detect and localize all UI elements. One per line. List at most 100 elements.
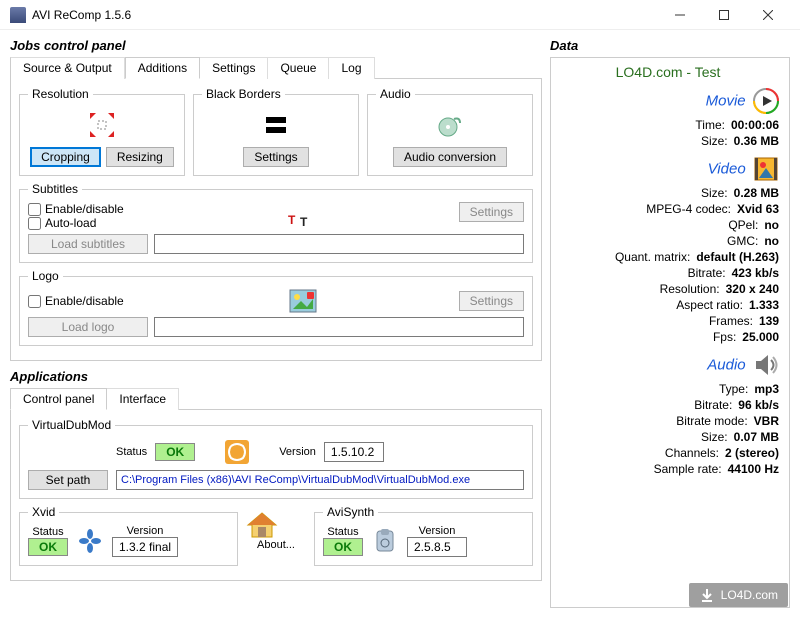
data-row: Resolution:320 x 240 [557,282,779,296]
minimize-button[interactable] [658,1,702,29]
close-button[interactable] [746,1,790,29]
black-borders-legend: Black Borders [202,87,285,101]
avisynth-version-label: Version [407,525,467,537]
watermark: LO4D.com [689,583,788,607]
data-row: Quant. matrix:default (H.263) [557,250,779,264]
subtitles-path-field [154,234,524,254]
resize-arrows-icon [88,111,116,139]
audio-disc-icon [436,111,464,139]
xvid-icon [76,527,104,555]
resizing-button[interactable]: Resizing [106,147,174,167]
black-borders-settings-button[interactable]: Settings [243,147,308,167]
video-section: Video [557,156,779,182]
load-subtitles-button: Load subtitles [28,234,148,254]
apps-heading: Applications [10,369,542,384]
data-row: GMC:no [557,234,779,248]
set-path-button[interactable]: Set path [28,470,108,490]
audio-section: Audio [557,352,779,378]
window-title: AVI ReComp 1.5.6 [32,8,658,22]
subtitles-enable-checkbox[interactable]: Enable/disable [28,202,148,216]
avisynth-group: AviSynth Status OK [314,505,533,566]
vdm-group: VirtualDubMod Status OK Version 1.5.10.2… [19,418,533,499]
black-borders-group: Black Borders Settings [193,87,359,176]
data-row: Time:00:00:06 [557,118,779,132]
vdm-status-label: Status [116,446,147,458]
logo-group: Logo Enable/disable [19,269,533,346]
logo-enable-checkbox[interactable]: Enable/disable [28,294,148,308]
data-row: Size:0.28 MB [557,186,779,200]
logo-legend: Logo [28,269,63,283]
svg-text:T: T [288,213,296,227]
xvid-group: Xvid Status OK [19,505,238,566]
xvid-version-label: Version [112,525,178,537]
data-row: Bitrate:96 kb/s [557,398,779,412]
avisynth-version-field[interactable]: 2.5.8.5 [407,537,467,557]
black-borders-icon [262,111,290,139]
audio-legend: Audio [376,87,415,101]
vdm-version-field[interactable]: 1.5.10.2 [324,442,384,462]
vdm-version-label: Version [279,446,316,458]
data-row: Bitrate mode:VBR [557,414,779,428]
resolution-legend: Resolution [28,87,93,101]
avisynth-status-label: Status [323,526,363,538]
logo-path-field [154,317,524,337]
titlebar: AVI ReComp 1.5.6 [0,0,800,30]
data-row: Size:0.07 MB [557,430,779,444]
resolution-group: Resolution Cropping Resizing [19,87,185,176]
audio-conversion-button[interactable]: Audio conversion [393,147,507,167]
app-icon [10,7,26,23]
load-logo-button: Load logo [28,317,148,337]
data-row: QPel:no [557,218,779,232]
apps-panel: VirtualDubMod Status OK Version 1.5.10.2… [10,410,542,581]
data-row: Type:mp3 [557,382,779,396]
subtitles-group: Subtitles Enable/disable Auto-load [19,182,533,263]
vdm-icon [223,438,251,466]
avisynth-status-value: OK [323,538,363,556]
tab-log[interactable]: Log [329,57,374,79]
about-label: About... [246,539,306,551]
data-file-title: LO4D.com - Test [557,64,779,80]
data-panel: LO4D.com - Test Movie Time:00:00:06Size:… [550,57,790,608]
picture-icon [289,289,317,313]
data-row: Size:0.36 MB [557,134,779,148]
tab-control-panel[interactable]: Control panel [10,388,107,410]
data-row: Sample rate:44100 Hz [557,462,779,476]
avisynth-legend: AviSynth [323,505,378,519]
jobs-tabs: Source & Output Additions Settings Queue… [10,57,542,79]
filmstrip-icon [753,156,779,182]
speaker-icon [753,352,779,378]
avisynth-icon [371,527,399,555]
tab-queue[interactable]: Queue [268,57,329,79]
audio-group: Audio Audio conversion [367,87,533,176]
subtitles-settings-button: Settings [459,202,524,222]
data-row: MPEG-4 codec:Xvid 63 [557,202,779,216]
data-row: Frames:139 [557,314,779,328]
tab-interface[interactable]: Interface [107,388,179,410]
maximize-button[interactable] [702,1,746,29]
xvid-status-label: Status [28,526,68,538]
tab-settings[interactable]: Settings [200,57,268,79]
xvid-version-field[interactable]: 1.3.2 final [112,537,178,557]
data-row: Channels:2 (stereo) [557,446,779,460]
svg-text:T: T [300,215,308,229]
data-row: Fps:25.000 [557,330,779,344]
subtitles-legend: Subtitles [28,182,82,196]
font-icon: T T [286,202,320,230]
additions-panel: Resolution Cropping Resizing [10,79,542,361]
vdm-status-value: OK [155,443,195,461]
data-row: Bitrate:423 kb/s [557,266,779,280]
xvid-status-value: OK [28,538,68,556]
jobs-heading: Jobs control panel [10,38,542,53]
download-icon [699,587,715,603]
tab-source-output[interactable]: Source & Output [10,57,125,79]
tab-additions[interactable]: Additions [125,57,200,79]
logo-settings-button: Settings [459,291,524,311]
subtitles-autoload-checkbox[interactable]: Auto-load [28,216,148,230]
house-icon [246,511,306,539]
about-button[interactable]: About... [246,505,306,572]
apps-tabs: Control panel Interface [10,388,542,410]
vdm-path-field[interactable]: C:\Program Files (x86)\AVI ReComp\Virtua… [116,470,524,490]
data-heading: Data [550,38,790,53]
data-row: Aspect ratio:1.333 [557,298,779,312]
cropping-button[interactable]: Cropping [30,147,101,167]
